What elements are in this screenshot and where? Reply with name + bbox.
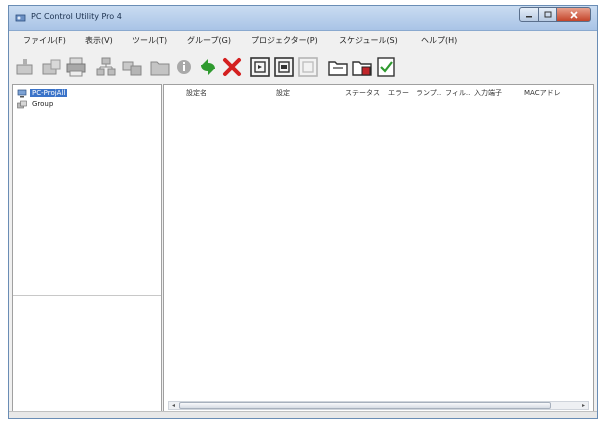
menu-tools[interactable]: ツール(T) <box>132 35 167 46</box>
close-icon <box>569 10 578 19</box>
minimize-icon <box>526 15 532 17</box>
group-tree[interactable]: PC-ProjAll Group <box>12 84 162 414</box>
column-header-error[interactable]: エラー <box>388 88 409 98</box>
add-projector-icon[interactable] <box>15 56 37 78</box>
menu-projector[interactable]: プロジェクター(P) <box>251 35 318 46</box>
status-bar <box>9 411 597 418</box>
group-add-icon[interactable] <box>41 56 63 78</box>
network-search-icon[interactable] <box>95 56 117 78</box>
projector-list[interactable]: 設定名 設定 ステータス エラー ランプ.. フィル.. 入力端子 MACアドレ… <box>163 84 594 414</box>
input-switch-icon[interactable] <box>297 56 319 78</box>
scroll-left-icon[interactable]: ◂ <box>169 402 178 409</box>
menu-bar: ファイル(F) 表示(V) ツール(T) グループ(G) プロジェクター(P) … <box>9 33 597 49</box>
column-header-setting-name[interactable]: 設定名 <box>186 88 207 98</box>
menu-schedule[interactable]: スケジュール(S) <box>339 35 398 46</box>
column-header-filter[interactable]: フィル.. <box>445 88 470 98</box>
scroll-right-icon[interactable]: ▸ <box>579 402 588 409</box>
horizontal-scrollbar[interactable]: ◂ ▸ <box>168 401 589 410</box>
tree-item-label: PC-ProjAll <box>30 89 68 97</box>
group-move-icon[interactable] <box>121 56 143 78</box>
scroll-thumb[interactable] <box>179 402 551 409</box>
column-header-setting[interactable]: 設定 <box>276 88 290 98</box>
power-on-icon[interactable] <box>249 56 271 78</box>
folder-open-icon[interactable] <box>327 56 349 78</box>
menu-help[interactable]: ヘルプ(H) <box>421 35 457 46</box>
column-header-mac[interactable]: MACアドレ <box>524 88 561 98</box>
menu-view[interactable]: 表示(V) <box>85 35 113 46</box>
tree-item-label: Group <box>32 100 54 108</box>
minimize-button[interactable] <box>519 7 539 22</box>
computer-icon <box>17 89 27 97</box>
column-header-lamp[interactable]: ランプ.. <box>416 88 441 98</box>
tree-item-group[interactable]: Group <box>17 99 55 109</box>
power-off-icon[interactable] <box>273 56 295 78</box>
delete-icon[interactable] <box>221 56 243 78</box>
tree-divider <box>13 295 161 296</box>
menu-group[interactable]: グループ(G) <box>187 35 231 46</box>
close-button[interactable] <box>557 7 591 22</box>
tree-item-all[interactable]: PC-ProjAll <box>17 88 68 98</box>
group-folder-icon[interactable] <box>149 56 171 78</box>
folder-record-icon[interactable] <box>351 56 373 78</box>
maximize-icon <box>544 11 551 18</box>
app-window: PC Control Utility Pro 4 ファイル(F) 表示(V) ツ… <box>8 5 598 419</box>
window-title: PC Control Utility Pro 4 <box>31 12 122 21</box>
refresh-icon[interactable] <box>197 56 219 78</box>
group-icon <box>17 100 27 108</box>
column-header-status[interactable]: ステータス <box>345 88 380 98</box>
maximize-button[interactable] <box>539 7 557 22</box>
printer-icon[interactable] <box>65 56 87 78</box>
menu-file[interactable]: ファイル(F) <box>23 35 66 46</box>
app-icon <box>15 14 26 22</box>
column-header-input[interactable]: 入力端子 <box>474 88 502 98</box>
checklist-icon[interactable] <box>375 56 397 78</box>
toolbar <box>9 51 597 83</box>
window-controls <box>519 7 591 22</box>
title-bar[interactable]: PC Control Utility Pro 4 <box>9 6 597 31</box>
info-icon[interactable] <box>173 56 195 78</box>
